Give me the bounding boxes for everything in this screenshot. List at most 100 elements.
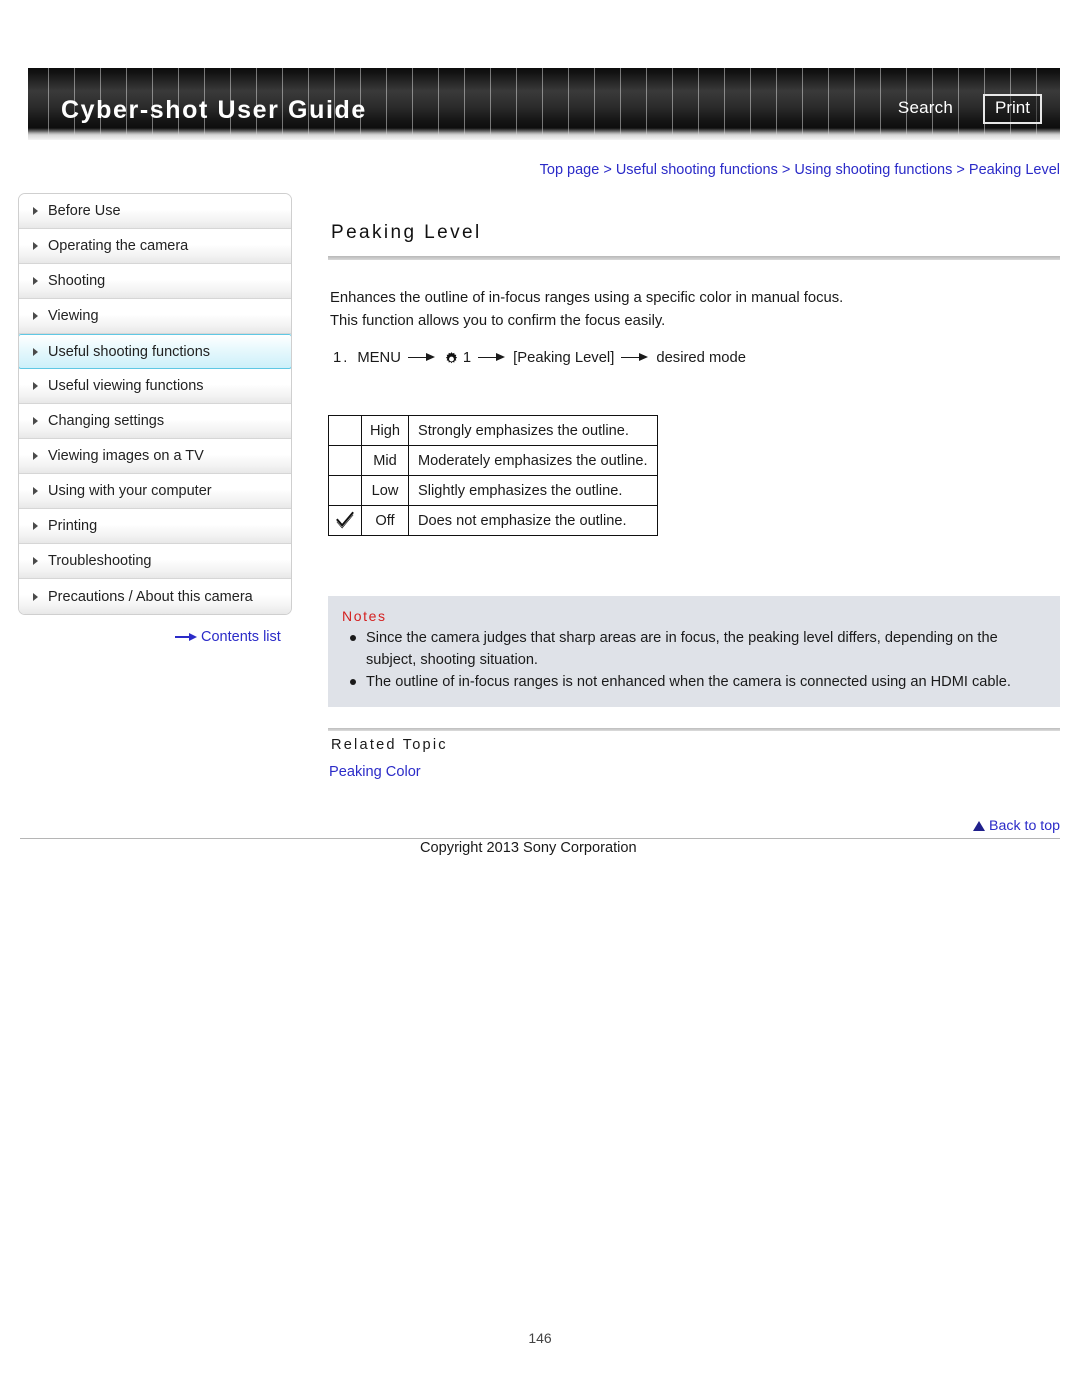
contents-list-link[interactable]: Contents list bbox=[175, 629, 281, 645]
step-menu-label: MENU bbox=[357, 349, 401, 366]
sidebar-item-label: Before Use bbox=[48, 203, 121, 219]
breadcrumb-item-top-page[interactable]: Top page bbox=[540, 162, 600, 178]
breadcrumb-item-peaking-level: Peaking Level bbox=[968, 162, 1060, 178]
related-topic-link-peaking-color[interactable]: Peaking Color bbox=[329, 764, 421, 780]
sidebar-item-before-use[interactable]: Before Use bbox=[19, 194, 291, 229]
list-item: Since the camera judges that sharp areas… bbox=[342, 627, 1046, 671]
option-description: Does not emphasize the outline. bbox=[408, 505, 658, 536]
triangle-up-icon bbox=[973, 821, 986, 831]
sidebar-item-label: Viewing bbox=[48, 308, 99, 324]
option-description: Strongly emphasizes the outline. bbox=[408, 415, 658, 446]
option-description: Moderately emphasizes the outline. bbox=[408, 445, 658, 476]
sidebar-item-using-with-your-computer[interactable]: Using with your computer bbox=[19, 474, 291, 509]
option-name: Low bbox=[360, 475, 410, 506]
sidebar-item-label: Using with your computer bbox=[48, 483, 212, 499]
sidebar-item-label: Viewing images on a TV bbox=[48, 448, 204, 464]
selection-cell bbox=[328, 475, 362, 506]
chevron-right-icon bbox=[33, 312, 38, 320]
sidebar-navigation: Before Use Operating the camera Shooting… bbox=[18, 193, 292, 615]
step-gear-number: 1 bbox=[462, 349, 472, 366]
list-item: The outline of in-focus ranges is not en… bbox=[342, 671, 1046, 693]
arrow-right-icon bbox=[478, 352, 506, 364]
table-row: High Strongly emphasizes the outline. bbox=[328, 415, 658, 446]
step-number: 1. bbox=[333, 349, 350, 366]
chevron-right-icon bbox=[33, 277, 38, 285]
title-divider bbox=[328, 256, 1060, 260]
sidebar-item-label: Useful viewing functions bbox=[48, 378, 204, 394]
notes-list: Since the camera judges that sharp areas… bbox=[342, 627, 1046, 693]
sidebar-item-label: Operating the camera bbox=[48, 238, 189, 254]
intro-paragraph-2: This function allows you to confirm the … bbox=[330, 313, 666, 329]
selection-cell bbox=[328, 505, 362, 536]
print-button[interactable]: Print bbox=[983, 94, 1042, 124]
option-name: High bbox=[360, 415, 410, 446]
contents-list-label: Contents list bbox=[201, 629, 281, 645]
option-name: Off bbox=[360, 505, 410, 536]
main-content: Peaking Level Enhances the outline of in… bbox=[328, 222, 1060, 366]
breadcrumb-separator: > bbox=[781, 162, 795, 178]
footer-divider bbox=[20, 838, 1060, 839]
notes-title: Notes bbox=[342, 608, 387, 624]
sidebar-item-precautions-about-this-camera[interactable]: Precautions / About this camera bbox=[19, 579, 291, 614]
chevron-right-icon bbox=[33, 522, 38, 530]
table-row: Low Slightly emphasizes the outline. bbox=[328, 475, 658, 506]
chevron-right-icon bbox=[33, 557, 38, 565]
gear-icon bbox=[443, 351, 460, 368]
breadcrumb-separator: > bbox=[956, 162, 969, 178]
sidebar-item-label: Shooting bbox=[48, 273, 106, 289]
notes-panel: Notes Since the camera judges that sharp… bbox=[328, 596, 1060, 707]
arrow-right-icon bbox=[621, 352, 649, 364]
step-final-label: desired mode bbox=[656, 349, 746, 366]
site-title: Cyber-shot User Guide bbox=[61, 96, 367, 124]
sidebar-item-shooting[interactable]: Shooting bbox=[19, 264, 291, 299]
back-to-top-label: Back to top bbox=[989, 818, 1060, 834]
step-bracket-label: [Peaking Level] bbox=[513, 349, 615, 366]
sidebar-item-viewing[interactable]: Viewing bbox=[19, 299, 291, 334]
chevron-right-icon bbox=[33, 382, 38, 390]
chevron-right-icon bbox=[33, 207, 38, 215]
site-header: Cyber-shot User Guide Search Print bbox=[28, 68, 1060, 140]
chevron-right-icon bbox=[33, 592, 38, 601]
sidebar-item-label: Precautions / About this camera bbox=[48, 588, 253, 605]
back-to-top-link[interactable]: Back to top bbox=[973, 818, 1060, 834]
arrow-right-icon bbox=[175, 632, 197, 642]
table-row: Off Does not emphasize the outline. bbox=[328, 505, 658, 536]
sidebar-item-useful-viewing-functions[interactable]: Useful viewing functions bbox=[19, 369, 291, 404]
chevron-right-icon bbox=[33, 417, 38, 425]
sidebar-item-label: Troubleshooting bbox=[48, 553, 152, 569]
sidebar-item-label: Useful shooting functions bbox=[48, 343, 211, 360]
page-title: Peaking Level bbox=[331, 222, 482, 243]
header-bottom-fade bbox=[28, 128, 1060, 140]
option-description: Slightly emphasizes the outline. bbox=[408, 475, 658, 506]
selection-cell bbox=[328, 415, 362, 446]
copyright-text: Copyright 2013 Sony Corporation bbox=[420, 840, 637, 856]
breadcrumb-item-using-shooting-functions[interactable]: Using shooting functions bbox=[794, 162, 952, 178]
chevron-right-icon bbox=[33, 347, 38, 356]
breadcrumb: Top page > Useful shooting functions > U… bbox=[540, 162, 1060, 178]
step-instruction: 1. MENU 1 [Peaking Level] desired mode bbox=[328, 349, 1060, 366]
selection-cell bbox=[328, 445, 362, 476]
chevron-right-icon bbox=[33, 487, 38, 495]
option-name: Mid bbox=[360, 445, 410, 476]
chevron-right-icon bbox=[33, 242, 38, 250]
intro-paragraph-1: Enhances the outline of in-focus ranges … bbox=[330, 290, 844, 306]
sidebar-item-printing[interactable]: Printing bbox=[19, 509, 291, 544]
table-row: Mid Moderately emphasizes the outline. bbox=[328, 445, 658, 476]
sidebar-item-troubleshooting[interactable]: Troubleshooting bbox=[19, 544, 291, 579]
related-topic-heading: Related Topic bbox=[331, 737, 448, 753]
sidebar-item-operating-the-camera[interactable]: Operating the camera bbox=[19, 229, 291, 264]
options-table: High Strongly emphasizes the outline. Mi… bbox=[328, 415, 658, 536]
chevron-right-icon bbox=[33, 452, 38, 460]
sidebar-item-label: Changing settings bbox=[48, 413, 165, 429]
checkmark-icon bbox=[335, 511, 355, 529]
related-topic-divider bbox=[328, 728, 1060, 731]
breadcrumb-separator: > bbox=[603, 162, 616, 178]
search-button[interactable]: Search bbox=[898, 98, 953, 118]
arrow-right-icon bbox=[407, 352, 436, 364]
page-number: 146 bbox=[528, 1330, 552, 1346]
sidebar-item-viewing-images-on-a-tv[interactable]: Viewing images on a TV bbox=[19, 439, 291, 474]
breadcrumb-item-useful-shooting-functions[interactable]: Useful shooting functions bbox=[616, 162, 778, 178]
sidebar-item-changing-settings[interactable]: Changing settings bbox=[19, 404, 291, 439]
sidebar-item-useful-shooting-functions[interactable]: Useful shooting functions bbox=[19, 334, 291, 369]
sidebar-item-label: Printing bbox=[48, 518, 98, 534]
